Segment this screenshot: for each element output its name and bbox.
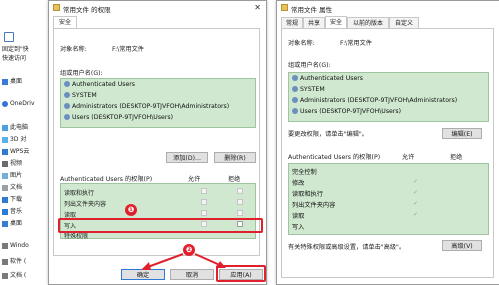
arrow-icon <box>141 253 226 270</box>
arrows-overlay <box>141 253 226 270</box>
